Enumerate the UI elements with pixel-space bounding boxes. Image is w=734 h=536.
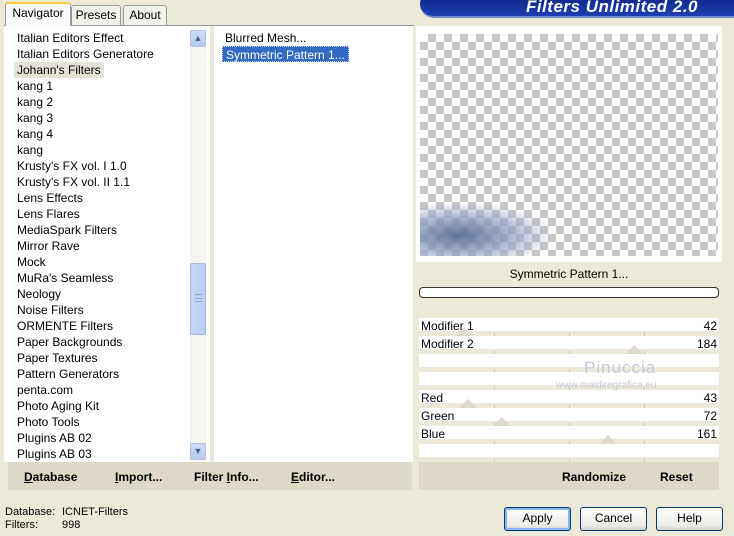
tab-presets[interactable]: Presets (71, 5, 121, 25)
preview-image (420, 204, 550, 256)
category-item[interactable]: Italian Editors Effect (14, 30, 127, 46)
database-value: ICNET-Filters (62, 506, 128, 518)
randomize-button[interactable]: Randomize (562, 470, 626, 484)
category-item[interactable]: Plugins AB 02 (14, 430, 95, 446)
param-value: 42 (703, 319, 717, 333)
cancel-button[interactable]: Cancel (580, 507, 647, 531)
watermark-url: www.maidiregrafica.eu (556, 380, 657, 391)
filter-item[interactable]: Blurred Mesh... (222, 30, 309, 46)
param-row[interactable]: Red 43 (419, 390, 719, 408)
category-item[interactable]: Noise Filters (14, 302, 87, 318)
param-slider-thumb[interactable] (625, 345, 643, 354)
param-slider-thumb[interactable] (599, 435, 617, 444)
right-button-bar: Randomize Reset (419, 462, 719, 490)
database-label: Database: (5, 506, 56, 518)
database-button[interactable]: Database (24, 470, 77, 484)
category-item[interactable]: kang 1 (14, 78, 56, 94)
category-item[interactable]: kang 2 (14, 94, 56, 110)
tab-about[interactable]: About (123, 5, 167, 25)
category-item[interactable]: MediaSpark Filters (14, 222, 120, 238)
param-row[interactable] (419, 444, 719, 462)
progress-bar (419, 287, 719, 298)
category-scrollbar[interactable]: ▲ ▼ (190, 30, 206, 460)
param-label: Modifier 1 (421, 319, 474, 333)
param-value: 184 (696, 337, 717, 351)
filter-info-button[interactable]: Filter Info... (194, 470, 259, 484)
category-item[interactable]: kang 4 (14, 126, 56, 142)
category-item[interactable]: penta.com (14, 382, 76, 398)
banner-title: Filters Unlimited 2.0 (525, 0, 698, 16)
tab-navigator[interactable]: Navigator (5, 2, 71, 26)
param-label: Modifier 2 (421, 337, 474, 351)
filter-list[interactable]: Blurred Mesh... Symmetric Pattern 1... (214, 26, 413, 462)
category-item[interactable]: kang (14, 142, 46, 158)
param-label: Green (421, 409, 455, 423)
help-button[interactable]: Help (656, 507, 723, 531)
title-banner: Filters Unlimited 2.0 (420, 0, 734, 18)
category-list[interactable]: Italian Editors Effect Italian Editors Ge… (4, 26, 210, 462)
param-label: Blue (421, 427, 446, 441)
category-item[interactable]: Photo Aging Kit (14, 398, 102, 414)
apply-button[interactable]: Apply (504, 507, 571, 531)
arrow-down-icon[interactable]: ▼ (190, 443, 206, 460)
param-value: 43 (703, 391, 717, 405)
param-row[interactable]: Green 72 (419, 408, 719, 426)
category-item[interactable]: Mirror Rave (14, 238, 83, 254)
category-item[interactable]: kang 3 (14, 110, 56, 126)
left-button-bar: Database Import... Filter Info... Editor… (8, 462, 412, 490)
param-row[interactable]: Blue 161 (419, 426, 719, 444)
category-item[interactable]: Neology (14, 286, 64, 302)
category-item[interactable]: Lens Flares (14, 206, 83, 222)
editor-button[interactable]: Editor... (291, 470, 335, 484)
param-slider-thumb[interactable] (493, 417, 511, 426)
category-item[interactable]: Johann's Filters (14, 62, 104, 78)
reset-button[interactable]: Reset (660, 470, 693, 484)
param-slider-thumb[interactable] (459, 399, 477, 408)
category-item[interactable]: Paper Textures (14, 350, 101, 366)
arrow-up-icon[interactable]: ▲ (190, 30, 206, 47)
category-item[interactable]: Photo Tools (14, 414, 83, 430)
filters-label: Filters: (5, 519, 38, 531)
param-value: 161 (696, 427, 717, 441)
category-item[interactable]: Plugins AB 03 (14, 446, 95, 462)
category-item[interactable]: Paper Backgrounds (14, 334, 125, 350)
category-item[interactable]: MuRa's Seamless (14, 270, 116, 286)
watermark-name: Pinuccia (584, 358, 657, 377)
category-item[interactable]: Pattern Generators (14, 366, 122, 382)
import-button[interactable]: Import... (115, 470, 162, 484)
filters-count: 998 (62, 519, 81, 531)
category-item[interactable]: Krusty's FX vol. II 1.1 (14, 174, 133, 190)
param-label: Red (421, 391, 444, 405)
current-filter-name: Symmetric Pattern 1... (419, 263, 719, 287)
preview-canvas (420, 34, 718, 256)
param-row[interactable] (419, 354, 719, 372)
category-item[interactable]: Italian Editors Generatore (14, 46, 157, 62)
category-item[interactable]: Krusty's FX vol. I 1.0 (14, 158, 130, 174)
filter-item[interactable]: Symmetric Pattern 1... (222, 46, 349, 62)
category-item[interactable]: Lens Effects (14, 190, 86, 206)
param-row[interactable]: Modifier 1 42 (419, 318, 719, 336)
scrollbar-thumb[interactable] (190, 263, 206, 335)
category-item[interactable]: ORMENTE Filters (14, 318, 116, 334)
category-item[interactable]: Mock (14, 254, 49, 270)
param-value: 72 (703, 409, 717, 423)
param-row[interactable]: Modifier 2 184 (419, 336, 719, 354)
